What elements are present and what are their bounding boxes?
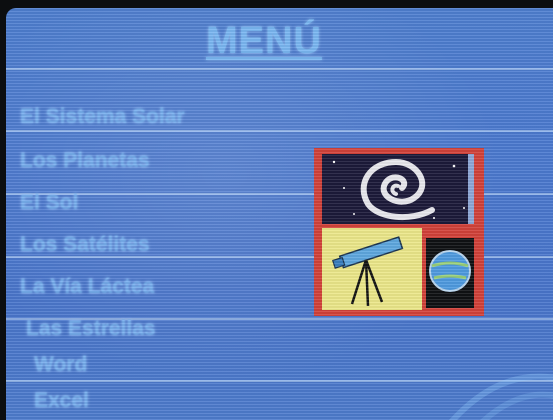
menu-item-via-lactea[interactable]: La Vía Láctea [20,272,154,302]
planet-icon [426,238,474,308]
menu-item-word[interactable]: Word [34,350,87,380]
menu-item-planetas[interactable]: Los Planetas [20,146,150,176]
divider [6,68,553,70]
astronomy-illustration[interactable] [314,148,484,316]
menu-item-estrellas[interactable]: Las Estrellas [26,314,156,344]
menu-item-satelites[interactable]: Los Satélites [20,230,150,260]
menu-item-sistema-solar[interactable]: El Sistema Solar [20,102,185,132]
telescope-icon [322,228,422,310]
menu-item-excel[interactable]: Excel [34,386,89,416]
spiral-galaxy-icon [322,154,474,224]
astronomy-illustration-graphic [314,148,484,316]
menu-title: MENÚ [206,20,322,62]
crt-screen: MENÚ El Sistema Solar Los Planetas El So… [6,8,553,420]
menu-item-sol[interactable]: El Sol [20,188,78,218]
decorative-arc [449,373,553,420]
